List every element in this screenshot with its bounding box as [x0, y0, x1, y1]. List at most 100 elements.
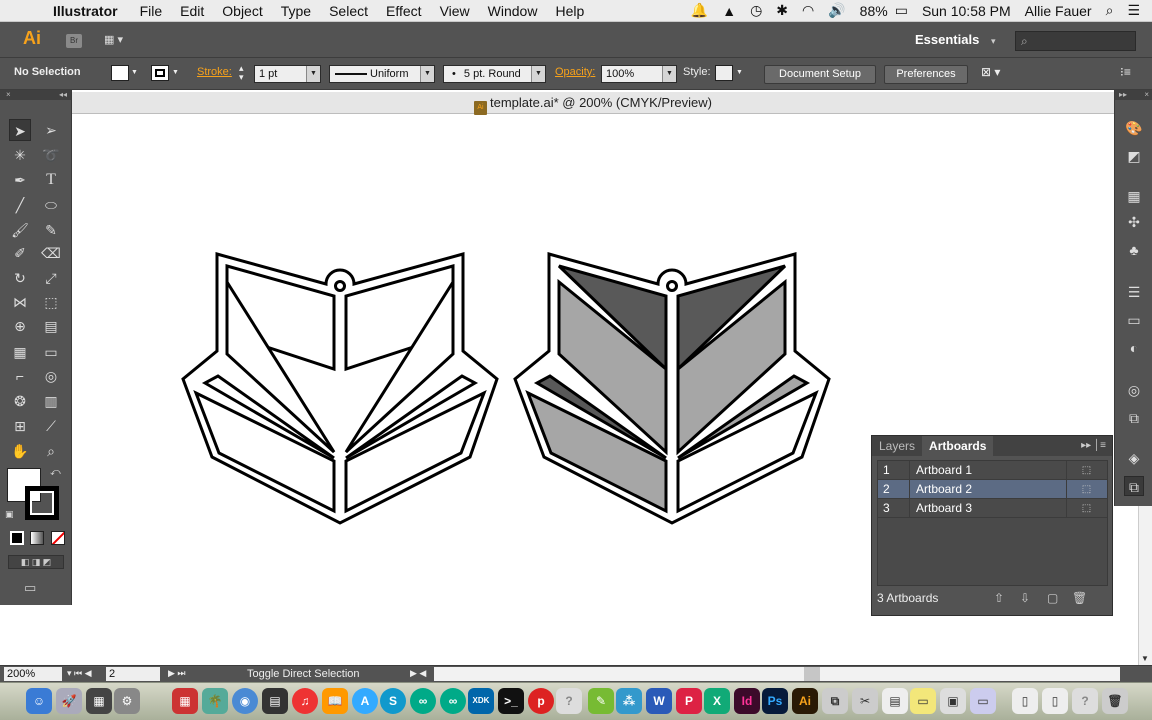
swap-colors-icon[interactable]: ⤺ [50, 467, 61, 478]
menu-effect[interactable]: Effect [377, 3, 431, 19]
scroll-down-icon[interactable]: ▼ [1141, 654, 1149, 663]
document-setup-button[interactable]: Document Setup [764, 65, 876, 84]
menu-view[interactable]: View [431, 3, 479, 19]
stroke-label[interactable]: Stroke: [197, 66, 232, 78]
new-artboard-icon[interactable]: ▢ [1047, 591, 1058, 605]
menu-help[interactable]: Help [546, 3, 593, 19]
mesh-tool-icon[interactable]: ▦ [9, 341, 31, 363]
hand-tool-icon[interactable]: ✋ [9, 440, 31, 462]
photoshop-icon[interactable]: Ps [762, 688, 788, 714]
fill-swatch[interactable] [111, 65, 129, 81]
arduino-icon[interactable]: ∞ [410, 688, 436, 714]
magic-wand-tool-icon[interactable]: ✳ [9, 144, 31, 166]
zoom-field[interactable]: 200% [4, 667, 62, 681]
width-tool-icon[interactable]: ⋈ [9, 291, 31, 313]
app-menu[interactable]: Illustrator [44, 3, 131, 19]
drawing-modes[interactable]: ◧ ◨ ◩ [8, 555, 64, 569]
bridge-button[interactable]: Br [66, 34, 82, 48]
gradient-panel-icon[interactable]: ▭ [1124, 310, 1144, 330]
menu-select[interactable]: Select [320, 3, 377, 19]
menu-window[interactable]: Window [479, 3, 547, 19]
sourcetree-icon[interactable]: ⁂ [616, 688, 642, 714]
app-store-icon[interactable]: A [352, 688, 378, 714]
style-swatch[interactable] [715, 65, 733, 81]
tools-panel-header[interactable]: × ◂◂ [0, 90, 71, 100]
menu-file[interactable]: File [131, 3, 172, 19]
artboard-options-icon[interactable]: ⬚ [1066, 480, 1106, 499]
scroll-thumb[interactable] [804, 667, 820, 681]
screenshot-icon[interactable]: ▭ [970, 688, 996, 714]
free-transform-tool-icon[interactable]: ⬚ [40, 291, 62, 313]
bluetooth-icon[interactable]: ✱ [769, 2, 795, 19]
time-machine-icon[interactable]: ◷ [743, 2, 769, 19]
default-colors-icon[interactable]: ▣ [5, 509, 14, 520]
tab-artboards[interactable]: Artboards [922, 436, 994, 456]
zoom-tool-icon[interactable]: ⌕ [40, 440, 62, 462]
unknown-app-icon[interactable]: ? [556, 688, 582, 714]
color-panel-icon[interactable]: 🎨 [1124, 118, 1144, 138]
dashboard-icon[interactable]: ▦ [86, 688, 112, 714]
fill-dropdown-icon[interactable]: ▼ [131, 69, 138, 76]
battery-text[interactable]: 88% [853, 3, 895, 19]
menu-edit[interactable]: Edit [171, 3, 213, 19]
stroke-swatch[interactable] [151, 65, 169, 81]
eyedropper-tool-icon[interactable]: ⌐ [9, 365, 31, 387]
variable-width-profile[interactable]: Uniform [329, 65, 435, 83]
illustrator-dock-icon[interactable]: Ai [792, 688, 818, 714]
slice-tool-icon[interactable]: ⟋ [40, 415, 62, 437]
ibooks-icon[interactable]: 📖 [322, 688, 348, 714]
horizontal-scrollbar[interactable] [434, 667, 1120, 681]
earring-design-filled[interactable] [513, 252, 831, 525]
stroke-color-box[interactable] [25, 486, 59, 520]
notification-icon[interactable]: 🔔 [684, 2, 715, 19]
pencil-tool-icon[interactable]: ✎ [40, 219, 62, 241]
volume-icon[interactable]: 🔊 [821, 2, 852, 19]
system-preferences-icon[interactable]: ⚙ [114, 688, 140, 714]
itunes-icon[interactable]: ♫ [292, 688, 318, 714]
image-capture-icon[interactable]: 🌴 [202, 688, 228, 714]
drive-icon[interactable]: ▲ [715, 3, 743, 19]
artboard-row[interactable]: 2 Artboard 2 ⬚ [878, 480, 1107, 499]
symbol-sprayer-tool-icon[interactable]: ❂ [9, 390, 31, 412]
textedit-icon[interactable]: ▤ [882, 688, 908, 714]
blob-brush-tool-icon[interactable]: ✐ [9, 242, 31, 264]
color-mode-button[interactable] [10, 531, 24, 545]
artboards-panel-icon[interactable]: ⧉ [1124, 476, 1144, 496]
scale-tool-icon[interactable]: ⤢ [40, 267, 62, 289]
brush-definition[interactable]: • 5 pt. Round [443, 65, 546, 83]
arrange-icon[interactable]: ⊠ ▾ [981, 65, 1000, 79]
script-editor-icon[interactable]: ✂ [852, 688, 878, 714]
artboard-row[interactable]: 3 Artboard 3 ⬚ [878, 499, 1107, 518]
panel-collapse-icon[interactable]: ▸▸ │≡ [1075, 436, 1112, 456]
arrange-documents-icon[interactable]: ▦ ▾ [104, 33, 132, 49]
menu-object[interactable]: Object [213, 3, 271, 19]
layers-panel-icon[interactable]: ◈ [1124, 448, 1144, 468]
next-artboard-icon[interactable]: ▶ ⏭ [168, 668, 186, 679]
style-dropdown-icon[interactable]: ▼ [736, 69, 743, 76]
gradient-tool-icon[interactable]: ▭ [40, 341, 62, 363]
shape-builder-tool-icon[interactable]: ⊕ [9, 315, 31, 337]
artboard-row[interactable]: 1 Artboard 1 ⬚ [878, 461, 1107, 480]
preferences-button[interactable]: Preferences [884, 65, 968, 84]
skype-icon[interactable]: S [380, 688, 406, 714]
collapse-icon[interactable]: ◂◂ [59, 90, 71, 100]
paintbrush-tool-icon[interactable]: 🖌 [9, 219, 31, 241]
finder-icon[interactable]: ☺ [26, 688, 52, 714]
processing-icon[interactable]: p [528, 688, 554, 714]
battery-icon[interactable]: ▭ [895, 2, 915, 19]
artboard-options-icon[interactable]: ⬚ [1066, 499, 1106, 518]
direct-selection-tool-icon[interactable]: ➢ [40, 119, 62, 141]
gradient-mode-button[interactable] [30, 531, 44, 545]
notification-center-icon[interactable]: ☰ [1120, 2, 1152, 19]
none-mode-button[interactable] [51, 531, 65, 545]
earring-design-outline[interactable] [181, 252, 499, 525]
stroke-dropdown-icon[interactable]: ▼ [172, 69, 179, 76]
type-tool-icon[interactable]: T [40, 169, 62, 191]
blend-tool-icon[interactable]: ◎ [40, 365, 62, 387]
help-search-input[interactable]: ⌕ [1015, 31, 1136, 51]
selection-tool-icon[interactable]: ➤ [9, 119, 31, 141]
opacity-field[interactable]: 100% [601, 65, 677, 83]
user-name[interactable]: Allie Fauer [1018, 3, 1099, 19]
image-viewer-icon[interactable]: ▣ [940, 688, 966, 714]
symbols-icon[interactable]: ♣ [1124, 240, 1144, 260]
